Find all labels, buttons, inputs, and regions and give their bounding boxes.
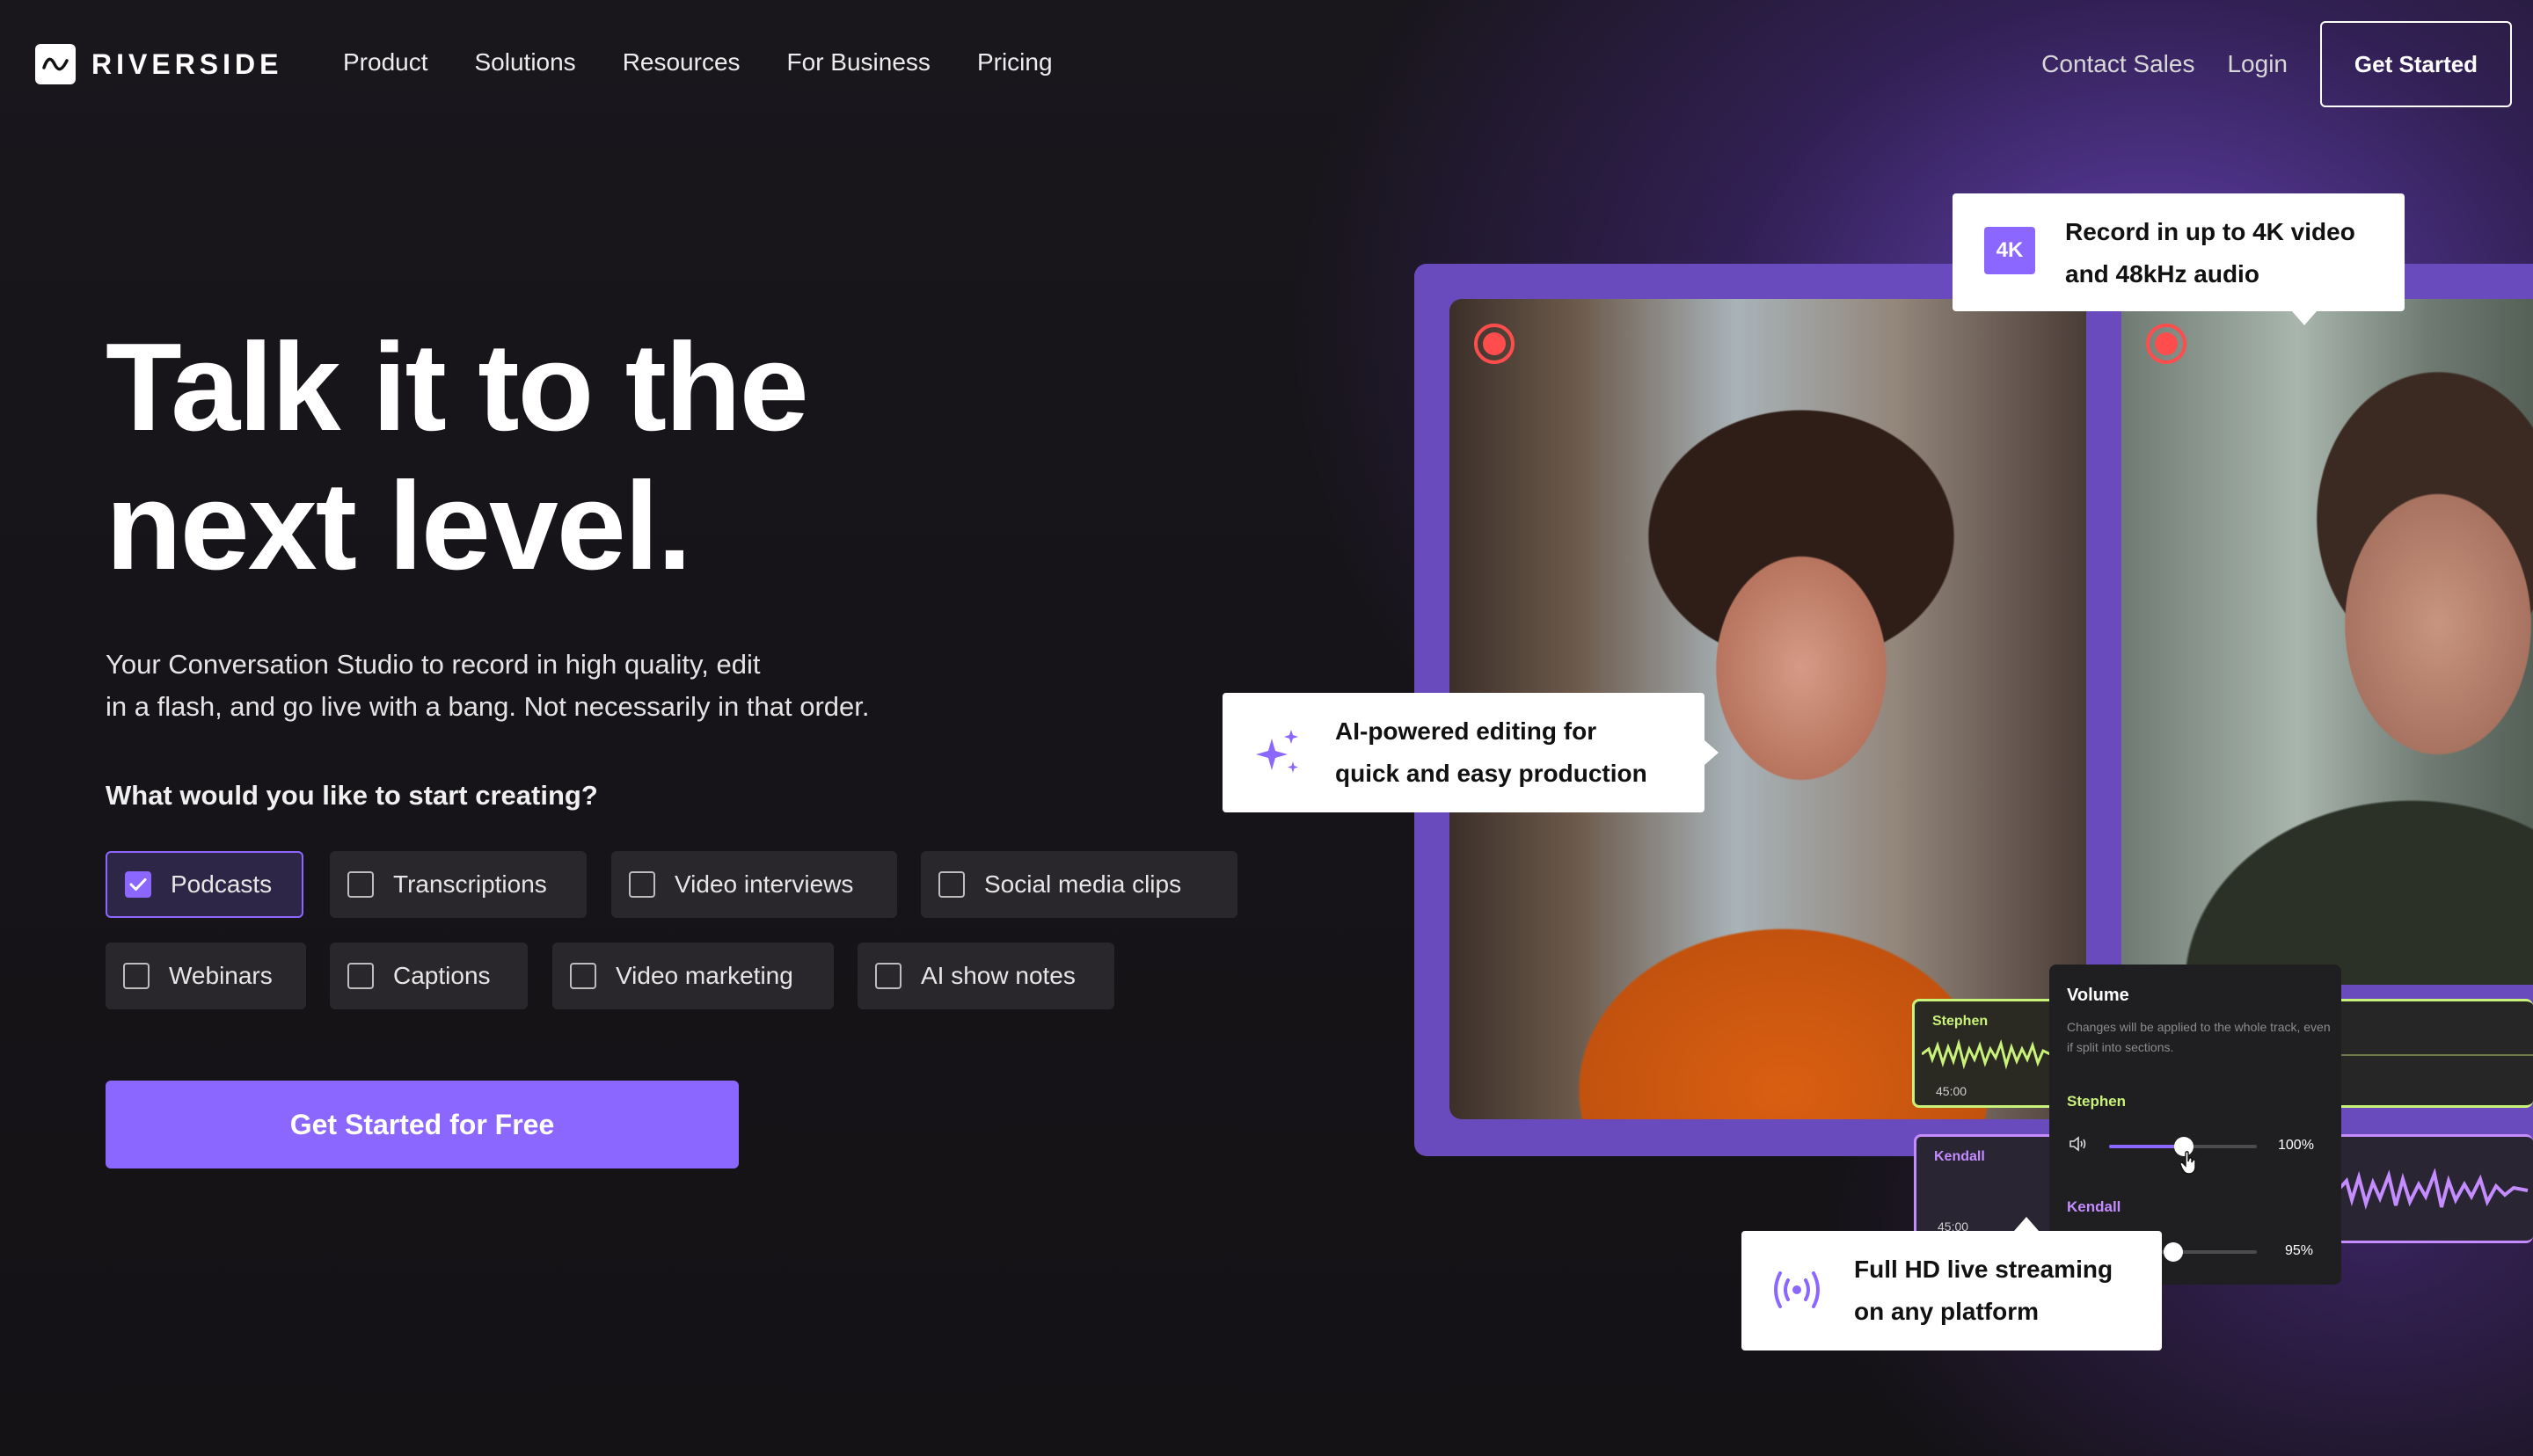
option-label: Webinars	[169, 962, 273, 989]
menu-item-product[interactable]: Product	[343, 48, 428, 76]
volume-description: Changes will be applied to the whole tra…	[2067, 1020, 2331, 1054]
volume-title: Volume	[2067, 986, 2129, 1005]
option-label: Transcriptions	[393, 870, 547, 898]
callout-line-1: Full HD live streaming	[1854, 1256, 2113, 1283]
callout-live-streaming: Full HD live streaming on any platform	[1741, 1217, 2162, 1350]
sparkle-icon	[1256, 730, 1298, 773]
callout-line-2: on any platform	[1854, 1298, 2040, 1325]
brand-logo[interactable]: RIVERSIDE	[35, 44, 282, 84]
waveform-icon	[2338, 1168, 2529, 1210]
slider-handle[interactable]	[2164, 1242, 2183, 1262]
track-card-stephen[interactable]: Stephen 45:00	[1912, 999, 2062, 1108]
callout-text: Record in up to 4K video and 48kHz audio	[2065, 211, 2355, 295]
callout-text: AI-powered editing for quick and easy pr…	[1335, 710, 1647, 795]
get-started-button[interactable]: Get Started	[2320, 21, 2512, 107]
broadcast-icon	[1774, 1271, 1820, 1308]
slider-fill	[2109, 1145, 2183, 1148]
option-social-media-clips[interactable]: Social media clips	[921, 851, 1237, 918]
main-menu: Product Solutions Resources For Business…	[343, 48, 1053, 76]
callout-4k-recording: 4K Record in up to 4K video and 48kHz au…	[1953, 193, 2405, 325]
guest-video-feed-right	[2121, 299, 2533, 985]
checkbox-icon[interactable]	[629, 871, 655, 898]
headline-line-2: next level.	[106, 456, 692, 596]
checkbox-icon[interactable]	[938, 871, 965, 898]
option-video-interviews[interactable]: Video interviews	[611, 851, 897, 918]
subtitle-line-2: in a flash, and go live with a bang. Not…	[106, 691, 870, 722]
checkbox-icon[interactable]	[570, 963, 596, 989]
brand-name: RIVERSIDE	[91, 47, 283, 80]
get-started-free-button[interactable]: Get Started for Free	[106, 1081, 739, 1168]
callout-pointer	[1704, 740, 1719, 765]
record-indicator-icon	[2146, 324, 2186, 364]
volume-speaker-stephen: Stephen	[2067, 1093, 2127, 1110]
headline-line-1: Talk it to the	[106, 317, 809, 457]
callout-line-1: Record in up to 4K video	[2065, 218, 2355, 245]
hero-subtitle: Your Conversation Studio to record in hi…	[106, 644, 985, 728]
checkbox-icon[interactable]	[347, 963, 374, 989]
checkbox-icon[interactable]	[123, 963, 150, 989]
contact-sales-link[interactable]: Contact Sales	[2041, 50, 2194, 78]
volume-percent-stephen: 100%	[2278, 1138, 2314, 1153]
callout-ai-editing: AI-powered editing for quick and easy pr…	[1223, 693, 1719, 812]
volume-speaker-kendall: Kendall	[2067, 1198, 2121, 1215]
waveform-icon	[1922, 1038, 2051, 1070]
use-case-question: What would you like to start creating?	[106, 780, 598, 811]
track-name: Stephen	[1932, 1014, 1989, 1029]
menu-item-pricing[interactable]: Pricing	[977, 48, 1053, 76]
volume-percent-kendall: 95%	[2285, 1243, 2314, 1258]
subtitle-line-1: Your Conversation Studio to record in hi…	[106, 649, 761, 680]
volume-slider-stephen[interactable]	[2109, 1137, 2257, 1156]
account-nav: Contact Sales Login Get Started	[2041, 21, 2512, 107]
menu-item-resources[interactable]: Resources	[623, 48, 741, 76]
menu-item-solutions[interactable]: Solutions	[475, 48, 576, 76]
option-captions[interactable]: Captions	[330, 943, 528, 1009]
option-label: AI show notes	[921, 962, 1076, 989]
checkbox-checked-icon[interactable]	[125, 871, 151, 898]
callout-pointer	[2014, 1217, 2039, 1231]
option-ai-show-notes[interactable]: AI show notes	[858, 943, 1114, 1009]
4k-badge-text: 4K	[1996, 238, 2024, 262]
option-label: Podcasts	[171, 870, 273, 898]
hero-headline: Talk it to the next level.	[106, 318, 1161, 596]
login-link[interactable]: Login	[2227, 50, 2288, 78]
callout-line-1: AI-powered editing for	[1335, 717, 1597, 745]
option-label: Video interviews	[675, 870, 854, 898]
menu-item-for-business[interactable]: For Business	[787, 48, 931, 76]
top-navigation: RIVERSIDE Product Solutions Resources Fo…	[0, 0, 2533, 128]
track-duration: 45:00	[1936, 1084, 1967, 1098]
speaker-volume-icon	[2069, 1136, 2086, 1152]
callout-line-2: and 48kHz audio	[2065, 260, 2259, 288]
checkbox-icon[interactable]	[347, 871, 374, 898]
checkbox-icon[interactable]	[875, 963, 902, 989]
option-transcriptions[interactable]: Transcriptions	[330, 851, 587, 918]
callout-pointer	[2292, 311, 2317, 325]
callout-text: Full HD live streaming on any platform	[1854, 1249, 2113, 1333]
option-label: Social media clips	[984, 870, 1182, 898]
option-label: Video marketing	[616, 962, 793, 989]
record-indicator-icon	[1474, 324, 1515, 364]
timeline-track-kendall	[2332, 1134, 2533, 1243]
hand-cursor-icon	[2179, 1151, 2196, 1175]
option-podcasts[interactable]: Podcasts	[106, 851, 303, 918]
option-label: Captions	[393, 962, 491, 989]
track-name: Kendall	[1934, 1149, 1985, 1164]
riverside-logo-icon	[35, 44, 76, 84]
option-webinars[interactable]: Webinars	[106, 943, 306, 1009]
option-video-marketing[interactable]: Video marketing	[552, 943, 834, 1009]
callout-line-2: quick and easy production	[1335, 760, 1647, 787]
timeline-track-stephen	[2332, 999, 2533, 1108]
4k-badge-icon: 4K	[1984, 227, 2035, 274]
